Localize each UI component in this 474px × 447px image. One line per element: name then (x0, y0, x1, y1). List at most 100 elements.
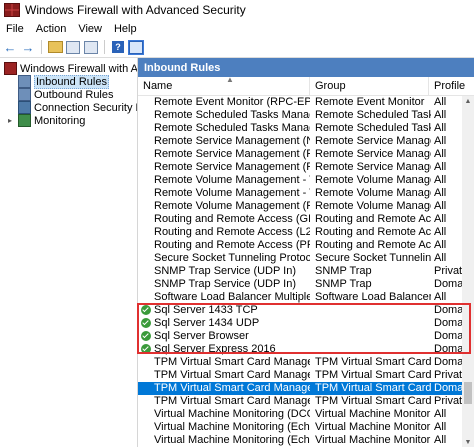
show-hide-tree-button[interactable] (65, 40, 81, 55)
table-row[interactable]: Sql Server 1433 TCP Domai (138, 304, 462, 317)
forward-arrow-icon[interactable]: → (20, 40, 36, 55)
table-row[interactable]: Remote Volume Management - Virtual Di...… (138, 174, 462, 187)
rule-group (315, 304, 431, 317)
monitoring-icon (18, 114, 31, 127)
tree-item-label: Connection Security Rules (34, 101, 137, 114)
action-pane-button[interactable] (128, 39, 144, 55)
rule-name: Remote Service Management (RPC) (154, 148, 310, 160)
menu-help[interactable]: Help (108, 23, 143, 35)
rule-name: Virtual Machine Monitoring (Echo Reque..… (154, 421, 310, 433)
export-list-button[interactable] (83, 40, 99, 55)
rule-profile: All (434, 291, 447, 303)
rule-profile: Domai (434, 317, 462, 329)
rule-group: Remote Service Management (315, 148, 431, 160)
rule-profile: All (434, 161, 447, 173)
firewall-icon (4, 62, 17, 75)
tree-item-outbound-rules[interactable]: Outbound Rules (18, 88, 114, 101)
table-row[interactable]: Virtual Machine Monitoring (DCOM-In) Virt… (138, 408, 462, 421)
tree-item-connection-security-rules[interactable]: Connection Security Rules (18, 101, 137, 114)
rule-name: Remote Service Management (RPC-EPM... (154, 161, 310, 173)
column-name-label: Name (143, 80, 173, 92)
table-row[interactable]: Sql Server Express 2016 Domai (138, 343, 462, 356)
table-row[interactable]: TPM Virtual Smart Card Management (T... T… (138, 356, 462, 369)
rule-profile: Private (434, 265, 462, 277)
rules-panel: Inbound Rules Name ▲ Group Profile Remot… (138, 58, 474, 447)
back-arrow-icon[interactable]: ← (2, 40, 18, 55)
rule-name: TPM Virtual Smart Card Management (T... (154, 382, 310, 394)
rule-name: Remote Event Monitor (RPC-EPMAP) (154, 96, 310, 108)
rule-group (315, 343, 431, 356)
console-tree-icon (66, 40, 80, 54)
rule-group (315, 330, 431, 343)
toolbar-separator (104, 40, 105, 54)
table-row[interactable]: TPM Virtual Smart Card Management (T... T… (138, 382, 462, 395)
rule-profile: All (434, 421, 447, 433)
rule-group (315, 317, 431, 330)
tree-root[interactable]: Windows Firewall with Advance (4, 62, 137, 75)
table-row[interactable]: Sql Server 1434 UDP Domai (138, 317, 462, 330)
table-row[interactable]: Routing and Remote Access (GRE-In) Routin… (138, 213, 462, 226)
title-bar: Windows Firewall with Advanced Security (0, 0, 474, 20)
up-folder-button[interactable] (47, 40, 63, 55)
table-row[interactable]: TPM Virtual Smart Card Management (T... T… (138, 395, 462, 408)
rule-name: Sql Server 1434 UDP (154, 317, 260, 329)
table-row[interactable]: TPM Virtual Smart Card Management (T... T… (138, 369, 462, 382)
table-row[interactable]: Remote Service Management (RPC) Remote Se… (138, 148, 462, 161)
firewall-app-icon (4, 3, 20, 17)
column-profile[interactable]: Profile (429, 77, 474, 95)
table-row[interactable]: Remote Event Monitor (RPC-EPMAP) Remote E… (138, 96, 462, 109)
table-row[interactable]: Routing and Remote Access (L2TP-In) Routi… (138, 226, 462, 239)
table-row[interactable]: Remote Volume Management - Virtual Di...… (138, 187, 462, 200)
help-button[interactable]: ? (110, 40, 126, 55)
scroll-up-icon[interactable]: ▲ (462, 96, 474, 106)
column-group[interactable]: Group (310, 77, 429, 95)
table-row[interactable]: SNMP Trap Service (UDP In) SNMP Trap Priva… (138, 265, 462, 278)
tree-item-inbound-rules[interactable]: Inbound Rules (18, 74, 109, 89)
table-row[interactable]: Sql Server Browser Domai (138, 330, 462, 343)
scroll-down-icon[interactable]: ▼ (462, 437, 474, 447)
rule-group: Routing and Remote Acc... (315, 239, 431, 251)
enabled-check-icon (141, 318, 151, 328)
rule-name: Remote Volume Management - Virtual Di... (154, 174, 310, 186)
table-row[interactable]: Remote Volume Management (RPC-EPM... Remo… (138, 200, 462, 213)
inbound-rules-icon (18, 75, 31, 88)
rule-name: SNMP Trap Service (UDP In) (154, 278, 297, 290)
rule-name: Routing and Remote Access (PPTP-In) (154, 239, 310, 251)
tree-item-label: Outbound Rules (34, 88, 114, 101)
rule-profile: Domai (434, 382, 462, 394)
menu-file[interactable]: File (0, 23, 30, 35)
rule-profile: Privat (434, 395, 462, 407)
table-row[interactable]: Software Load Balancer Multiplexer (TCP.… (138, 291, 462, 304)
vertical-scrollbar[interactable]: ▲ ▼ (462, 96, 474, 447)
rule-profile: Domai (434, 330, 462, 342)
table-row[interactable]: Routing and Remote Access (PPTP-In) Routi… (138, 239, 462, 252)
panel-title: Inbound Rules (138, 58, 474, 77)
rule-group: Software Load Balancer (315, 291, 431, 303)
table-row[interactable]: Remote Scheduled Tasks Management (... Re… (138, 122, 462, 135)
rule-group: Remote Volume Manage... (315, 174, 431, 186)
rule-name: SNMP Trap Service (UDP In) (154, 265, 297, 277)
expand-chevron-icon[interactable]: ▸ (8, 116, 16, 125)
rule-name: Remote Scheduled Tasks Management (... (154, 122, 310, 134)
table-row[interactable]: Remote Service Management (RPC-EPM... Rem… (138, 161, 462, 174)
rule-name: TPM Virtual Smart Card Management (T... (154, 356, 310, 368)
rule-group: TPM Virtual Smart Card Ma... (315, 382, 431, 394)
column-name[interactable]: Name ▲ (138, 75, 310, 95)
rule-group: Routing and Remote Acc... (315, 226, 431, 238)
rule-name: Remote Volume Management - Virtual Di... (154, 187, 310, 199)
menu-view[interactable]: View (72, 23, 108, 35)
table-row[interactable]: Secure Socket Tunneling Protocol (SSTP-.… (138, 252, 462, 265)
console-tree: Windows Firewall with Advance Inbound Ru… (0, 58, 138, 447)
table-row[interactable]: Virtual Machine Monitoring (Echo Reque..… (138, 421, 462, 434)
table-row[interactable]: Remote Service Management (NP-In) Remote … (138, 135, 462, 148)
table-row[interactable]: Remote Scheduled Tasks Management (... Re… (138, 109, 462, 122)
menu-action[interactable]: Action (30, 23, 73, 35)
rule-profile: All (434, 135, 447, 147)
tree-item-monitoring[interactable]: ▸ Monitoring (8, 114, 85, 127)
table-row[interactable]: Virtual Machine Monitoring (Echo Reque..… (138, 434, 462, 447)
action-pane-icon (128, 39, 144, 55)
rule-profile: All (434, 239, 447, 251)
menu-bar: File Action View Help (0, 20, 474, 38)
table-row[interactable]: SNMP Trap Service (UDP In) SNMP Trap Domai (138, 278, 462, 291)
scroll-thumb[interactable] (464, 382, 472, 404)
